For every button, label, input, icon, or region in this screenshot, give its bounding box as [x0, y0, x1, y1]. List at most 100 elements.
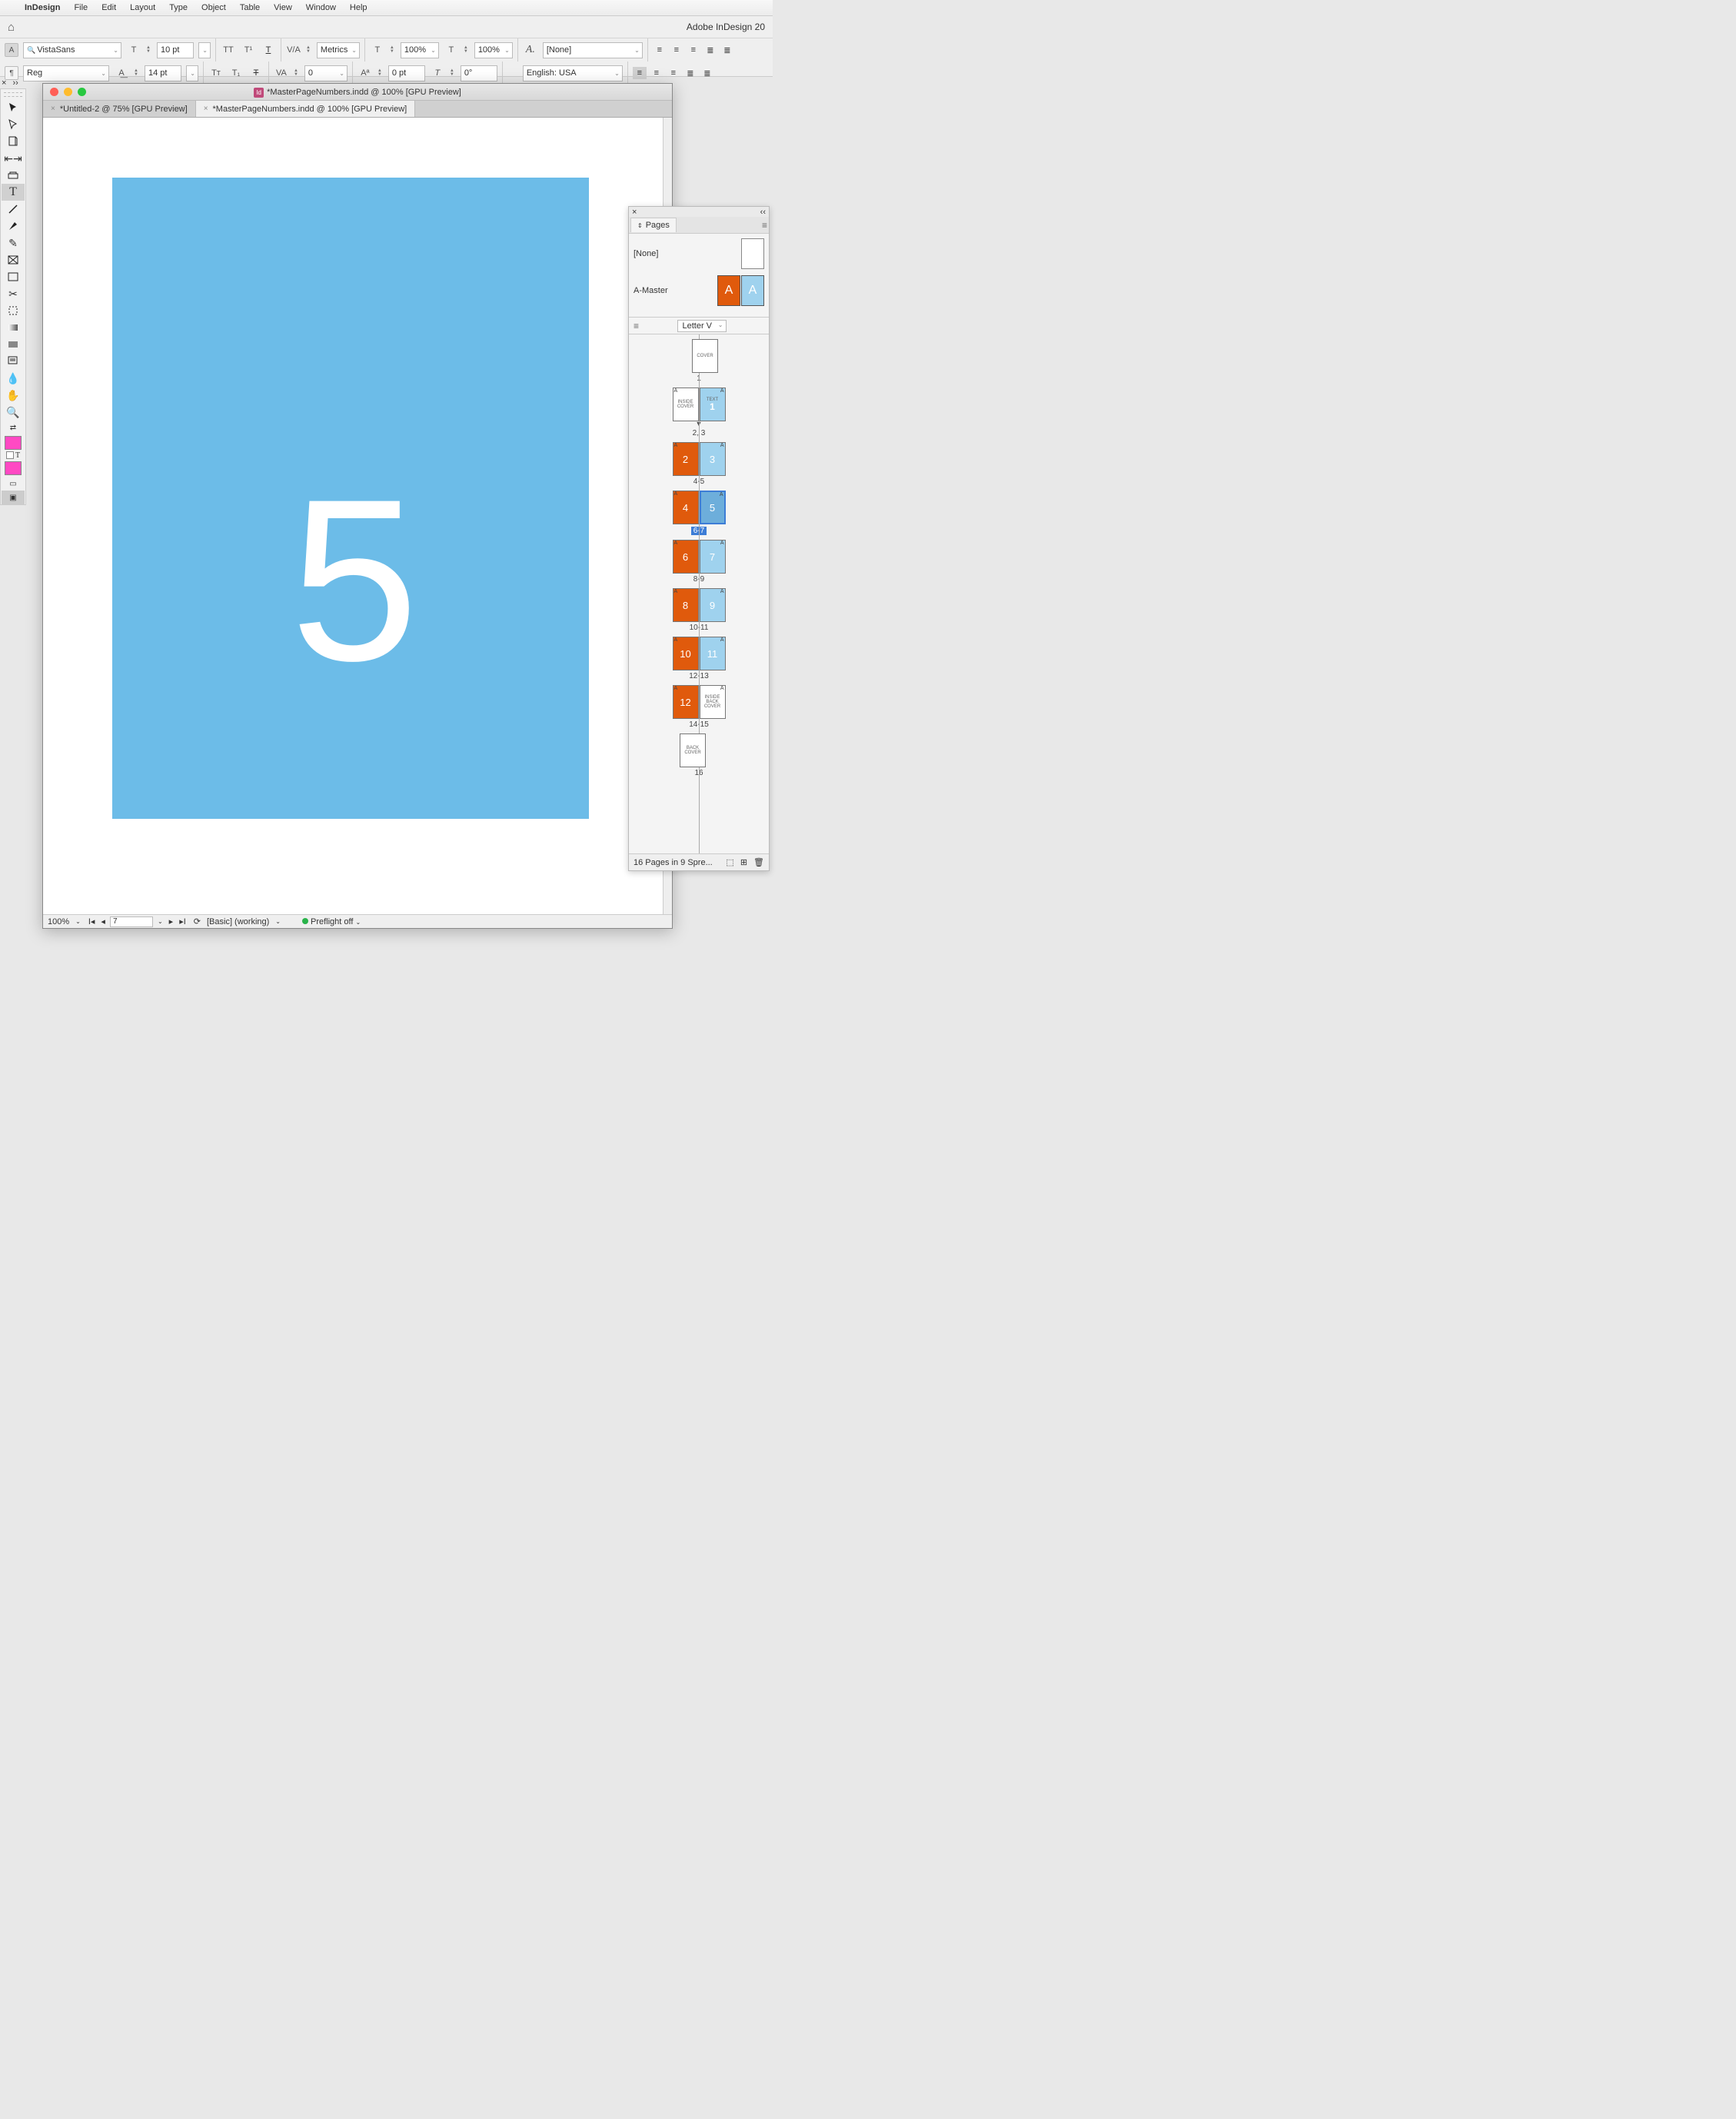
selection-tool[interactable] [2, 99, 25, 116]
baseline-field[interactable]: 0 pt [388, 65, 425, 82]
preflight-label[interactable]: Preflight off [311, 917, 353, 926]
char-format-icon[interactable]: A [5, 43, 18, 57]
hscale-field[interactable]: 100%⌄ [474, 42, 513, 58]
align-left-icon[interactable]: ≡ [653, 44, 667, 56]
page-tool[interactable] [2, 133, 25, 150]
gradient-swatch-tool[interactable] [2, 319, 25, 336]
apply-color-swatch[interactable] [5, 461, 22, 475]
leading-field[interactable]: 14 pt [145, 65, 181, 82]
align-center-icon[interactable]: ≡ [670, 44, 683, 56]
tracking-field[interactable]: 0⌄ [304, 65, 348, 82]
menu-layout[interactable]: Layout [130, 3, 155, 12]
gap-tool[interactable]: ⇤⇥ [2, 150, 25, 167]
justify-all-icon[interactable]: ≣ [720, 44, 734, 56]
menu-table[interactable]: Table [240, 3, 260, 12]
align-toward-spine-icon[interactable]: ≡ [667, 67, 680, 79]
toolbox-grip[interactable] [4, 92, 22, 97]
pages-tab[interactable]: ⇕Pages [630, 218, 677, 232]
align-center2-icon[interactable]: ≡ [650, 67, 663, 79]
justify-all2-icon[interactable]: ≣ [700, 67, 714, 79]
page-thumb[interactable]: 10A [673, 637, 699, 670]
tab-close-icon[interactable]: × [204, 105, 208, 113]
lead-spinner[interactable]: ▲▼ [134, 69, 138, 77]
menu-window[interactable]: Window [306, 3, 336, 12]
note-tool[interactable] [2, 353, 25, 370]
menu-type[interactable]: Type [169, 3, 188, 12]
spread[interactable]: 12AINSIDEBACKCOVERA [630, 685, 767, 719]
spread[interactable]: 10A11A [630, 637, 767, 670]
pen-tool[interactable] [2, 218, 25, 235]
font-size-field[interactable]: 10 pt [157, 42, 194, 58]
page-thumb[interactable]: 2A [673, 442, 699, 476]
panel-menu-icon[interactable]: ≡ [762, 220, 767, 231]
page-thumb[interactable]: TEXT1A [700, 388, 726, 421]
view-mode-icon[interactable]: ▭ [2, 477, 25, 491]
vscale-spinner[interactable]: ▲▼ [390, 46, 394, 54]
content-collector-tool[interactable] [2, 167, 25, 184]
page-thumb[interactable]: 4A [673, 491, 699, 524]
charstyle-select[interactable]: [None]⌄ [543, 42, 643, 58]
tab-untitled[interactable]: ×*Untitled-2 @ 75% [GPU Preview] [43, 101, 196, 117]
swap-fill-stroke-icon[interactable]: ⇄ [2, 421, 25, 434]
size-spinner[interactable]: ▲▼ [146, 46, 151, 54]
fill-swatch[interactable] [5, 436, 22, 450]
align-away-spine-icon[interactable]: ≡ [633, 67, 647, 79]
edit-page-size-icon[interactable]: ⬚ [726, 857, 733, 867]
formatting-container-icon[interactable] [6, 451, 14, 459]
panel-header[interactable]: ×‹‹ [629, 207, 769, 217]
none-master[interactable]: [None] [634, 249, 741, 258]
page-thumb[interactable]: 7A [700, 540, 726, 574]
page-thumb[interactable]: BACKCOVER [680, 734, 706, 767]
pencil-tool[interactable]: ✎ [2, 235, 25, 251]
spread[interactable]: 2A3A [630, 442, 767, 476]
vscale-field[interactable]: 100%⌄ [401, 42, 439, 58]
page-artwork[interactable]: 5 [112, 178, 589, 819]
app-menu[interactable]: InDesign [25, 3, 60, 12]
track-spinner[interactable]: ▲▼ [294, 69, 298, 77]
hscale-spinner[interactable]: ▲▼ [464, 46, 468, 54]
rectangle-tool[interactable] [2, 268, 25, 285]
page-thumb[interactable]: 9A [700, 588, 726, 622]
type-tool[interactable]: T [2, 184, 25, 201]
size-menu-icon[interactable]: ≡ [634, 321, 639, 331]
kerning-field[interactable]: Metrics⌄ [317, 42, 360, 58]
language-select[interactable]: English: USA⌄ [523, 65, 623, 82]
strike-icon[interactable]: T [248, 68, 264, 78]
menu-file[interactable]: File [74, 3, 88, 12]
tab-masterpagenumbers[interactable]: ×*MasterPageNumbers.indd @ 100% [GPU Pre… [196, 101, 416, 117]
page-field[interactable] [110, 916, 153, 927]
canvas[interactable]: 5 [43, 118, 663, 914]
page-thumb[interactable]: 8A [673, 588, 699, 622]
menu-object[interactable]: Object [201, 3, 226, 12]
zoom-tool[interactable]: 🔍 [2, 404, 25, 421]
font-style-select[interactable]: Reg⌄ [23, 65, 109, 82]
gradient-feather-tool[interactable] [2, 336, 25, 353]
a-master[interactable]: A-Master [634, 286, 717, 295]
page-thumb[interactable]: INSIDEBACKCOVERA [700, 685, 726, 719]
window-titlebar[interactable]: Id*MasterPageNumbers.indd @ 100% [GPU Pr… [43, 84, 672, 101]
page-thumb[interactable]: COVER [692, 339, 718, 373]
tab-close-icon[interactable]: × [51, 105, 55, 113]
status-style[interactable]: [Basic] (working) [207, 917, 269, 926]
last-page-icon[interactable]: ▸I [178, 916, 188, 926]
a-master-spread[interactable]: AA [717, 275, 764, 306]
page-thumb[interactable]: 12A [673, 685, 699, 719]
underline-icon[interactable]: T [261, 45, 276, 55]
kern-spinner[interactable]: ▲▼ [306, 46, 311, 54]
home-icon[interactable]: ⌂ [8, 21, 15, 34]
toolbox-close-icon[interactable]: × [2, 78, 6, 88]
zoom-readout[interactable]: 100% [48, 917, 69, 926]
page-thumb[interactable]: 11A [700, 637, 726, 670]
baseline-spinner[interactable]: ▲▼ [377, 69, 382, 77]
page-size-select[interactable]: Letter V⌄ [677, 320, 727, 332]
spread[interactable]: 4A5A [630, 491, 767, 524]
font-family-select[interactable]: 🔍VistaSans⌄ [23, 42, 121, 58]
prev-page-icon[interactable]: ◂ [99, 916, 107, 926]
line-tool[interactable] [2, 201, 25, 218]
size-preset[interactable]: ⌄ [198, 42, 211, 58]
panel-close-icon[interactable]: × [632, 208, 637, 217]
eyedropper-tool[interactable]: 💧 [2, 370, 25, 387]
align-right-icon[interactable]: ≡ [687, 44, 700, 56]
free-transform-tool[interactable] [2, 302, 25, 319]
allcaps-icon[interactable]: TT [221, 45, 236, 55]
